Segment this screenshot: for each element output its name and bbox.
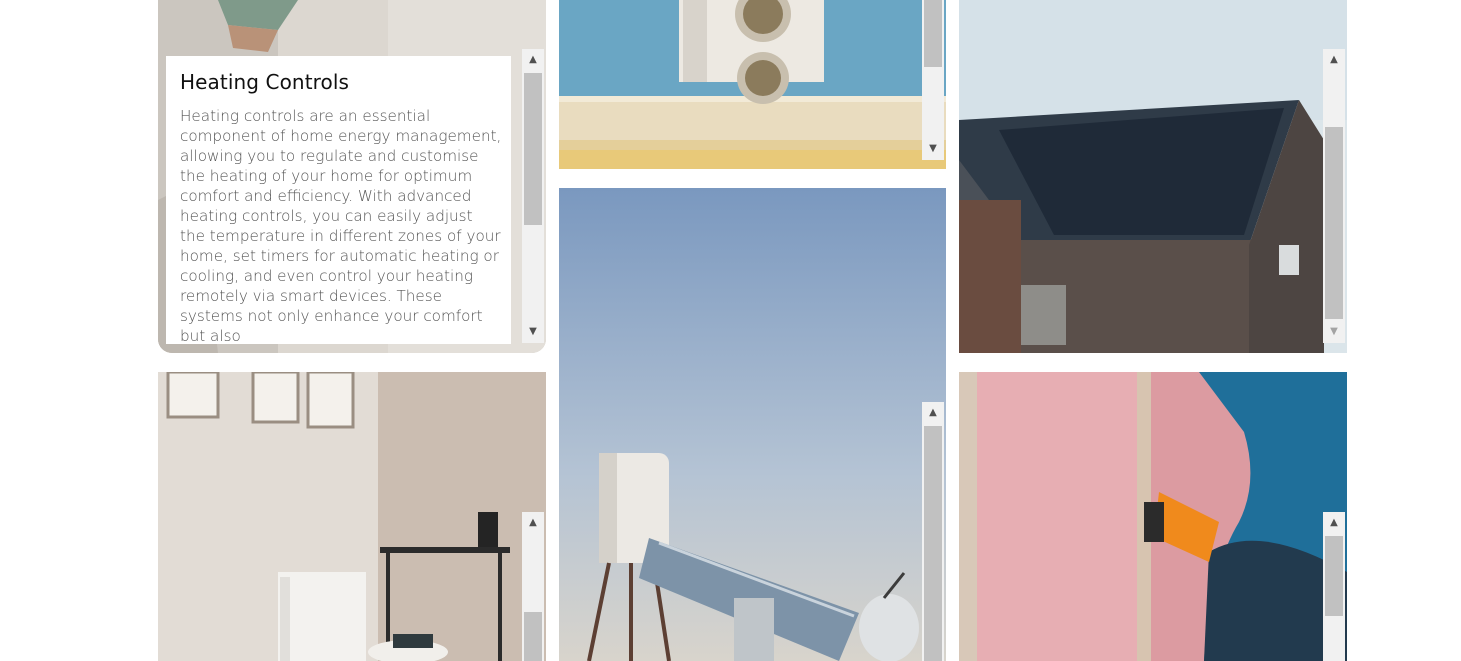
card-scrollbar[interactable]: ▲ bbox=[522, 512, 544, 661]
card-heating-controls[interactable]: Heating Controls Heating controls are an… bbox=[158, 0, 546, 353]
scrollbar-thumb[interactable] bbox=[1325, 127, 1343, 319]
card-insulation[interactable]: ▲ bbox=[959, 372, 1347, 661]
card-solar-water-heater[interactable]: ▲ bbox=[559, 188, 946, 661]
scrollbar-thumb[interactable] bbox=[924, 426, 942, 661]
triangle-up-icon[interactable]: ▲ bbox=[522, 512, 544, 534]
scrollbar-thumb[interactable] bbox=[1325, 536, 1343, 616]
card-scrollbar[interactable]: ▲ ▼ bbox=[1323, 49, 1345, 343]
triangle-up-icon[interactable]: ▲ bbox=[522, 49, 544, 71]
card-electric-radiator[interactable]: ▲ bbox=[158, 372, 546, 661]
card-heat-pump[interactable]: ▼ bbox=[559, 0, 946, 169]
card-scrollbar[interactable]: ▲ ▼ bbox=[522, 49, 544, 343]
scrollbar-thumb[interactable] bbox=[924, 0, 942, 67]
triangle-up-icon[interactable]: ▲ bbox=[1323, 49, 1345, 71]
solar-water-heater-photo bbox=[559, 188, 946, 661]
triangle-down-icon[interactable]: ▼ bbox=[922, 138, 944, 160]
solar-panel-roof-photo bbox=[959, 0, 1347, 353]
card-scrollbar[interactable]: ▲ bbox=[922, 402, 944, 661]
card-description: Heating controls are an essential compon… bbox=[180, 107, 502, 344]
card-title: Heating Controls bbox=[180, 70, 350, 94]
card-scrollbar[interactable]: ▲ bbox=[1323, 512, 1345, 661]
card-scrollbar[interactable]: ▼ bbox=[922, 0, 944, 160]
triangle-up-icon[interactable]: ▲ bbox=[1323, 512, 1345, 534]
triangle-up-icon[interactable]: ▲ bbox=[922, 402, 944, 424]
air-source-heat-pump-photo bbox=[559, 0, 946, 169]
electric-radiator-room-photo bbox=[158, 372, 546, 661]
triangle-down-icon[interactable]: ▼ bbox=[522, 321, 544, 343]
wall-insulation-photo bbox=[959, 372, 1347, 661]
triangle-down-icon[interactable]: ▼ bbox=[1323, 321, 1345, 343]
scrollbar-thumb[interactable] bbox=[524, 612, 542, 661]
heating-controls-info-panel[interactable]: Heating Controls Heating controls are an… bbox=[166, 56, 511, 344]
scrollbar-thumb[interactable] bbox=[524, 73, 542, 225]
card-solar-panels[interactable]: ▲ ▼ bbox=[959, 0, 1347, 353]
